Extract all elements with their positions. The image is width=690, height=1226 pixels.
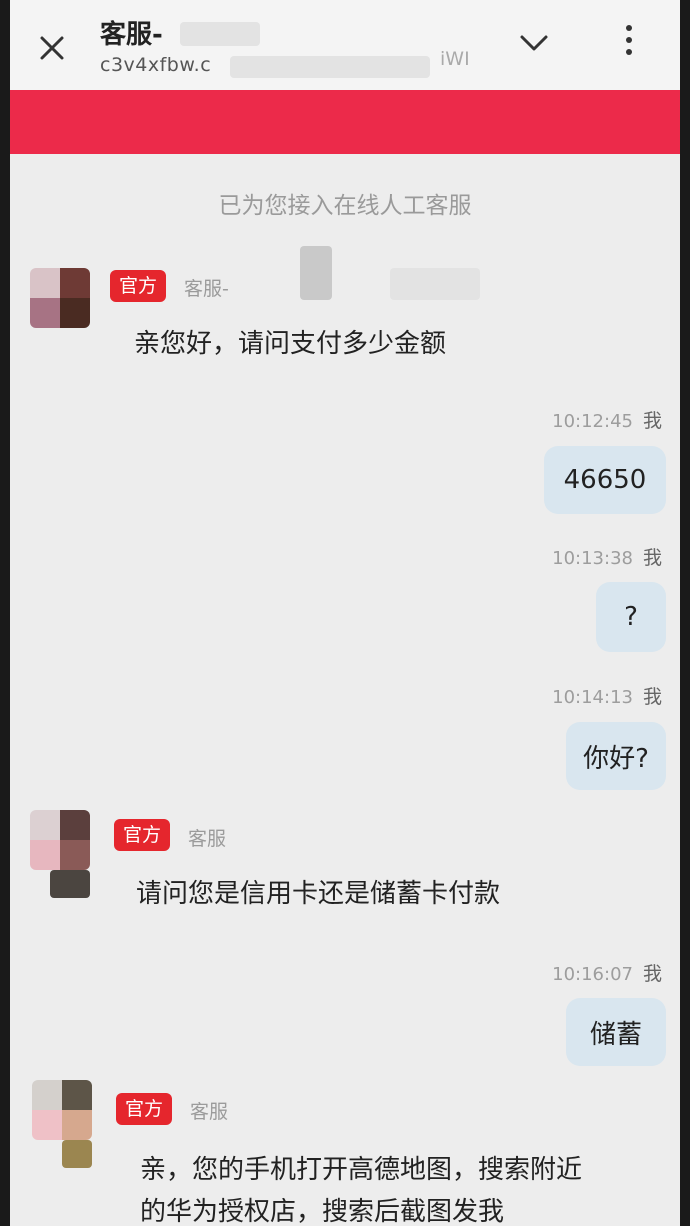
message-timestamp: 10:13:38 我 [552,543,662,570]
timestamp-me: 我 [642,547,662,569]
incoming-message: 请问您是信用卡还是储蓄卡付款 [136,879,501,909]
chat-subtitle-tail: iWI [440,48,470,70]
redacted-title [180,22,260,46]
avatar-fragment [62,1140,92,1168]
close-icon [40,36,64,60]
system-notice: 已为您接入在线人工客服 [218,193,472,219]
official-tag: 官方 [110,270,167,302]
timestamp-me: 我 [642,410,662,432]
more-vertical-icon-dot [626,37,632,43]
agent-avatar [30,268,90,328]
chat-title: 客服- [100,20,163,50]
sender-name: 客服 [190,1101,229,1123]
official-tag: 官方 [114,819,171,851]
sender-name: 客服- [184,278,229,300]
official-tag: 官方 [116,1093,173,1125]
timestamp-me: 我 [642,963,662,985]
timestamp-time: 10:13:38 [552,548,633,569]
message-timestamp: 10:16:07 我 [552,959,662,986]
avatar-fragment [50,870,90,898]
chat-screen: 客服- c3v4xfbw.c iWI 已为您接入在线人工客服 官方 客服- 亲您… [10,0,680,1226]
outgoing-message: ? [596,582,666,652]
timestamp-me: 我 [642,686,662,708]
redacted-sender [300,246,332,300]
message-timestamp: 10:14:13 我 [552,682,662,709]
redacted-sender-2 [390,268,480,300]
more-options-button[interactable] [614,18,644,62]
top-bar: 客服- c3v4xfbw.c iWI [10,0,680,90]
redacted-url [230,56,430,78]
sender-name: 客服 [188,828,227,850]
red-banner [10,90,680,154]
timestamp-time: 10:12:45 [552,411,633,432]
outgoing-message: 你好? [566,722,666,790]
more-vertical-icon-dot [626,49,632,55]
dropdown-button[interactable] [514,26,554,60]
more-vertical-icon [626,25,632,31]
incoming-message-line: 的华为授权店，搜索后截图发我 [140,1197,505,1226]
timestamp-time: 10:14:13 [552,687,633,708]
chat-subtitle-url: c3v4xfbw.c [100,54,212,76]
chevron-down-icon [520,35,548,51]
incoming-message: 亲您好，请问支付多少金额 [134,329,447,359]
incoming-message-line: 亲，您的手机打开高德地图，搜索附近 [140,1155,583,1185]
outgoing-message: 46650 [544,446,666,514]
message-timestamp: 10:12:45 我 [552,406,662,433]
outgoing-message: 储蓄 [566,998,666,1066]
close-button[interactable] [32,28,72,68]
agent-avatar [32,1080,92,1140]
agent-avatar [30,810,90,870]
timestamp-time: 10:16:07 [552,964,633,985]
